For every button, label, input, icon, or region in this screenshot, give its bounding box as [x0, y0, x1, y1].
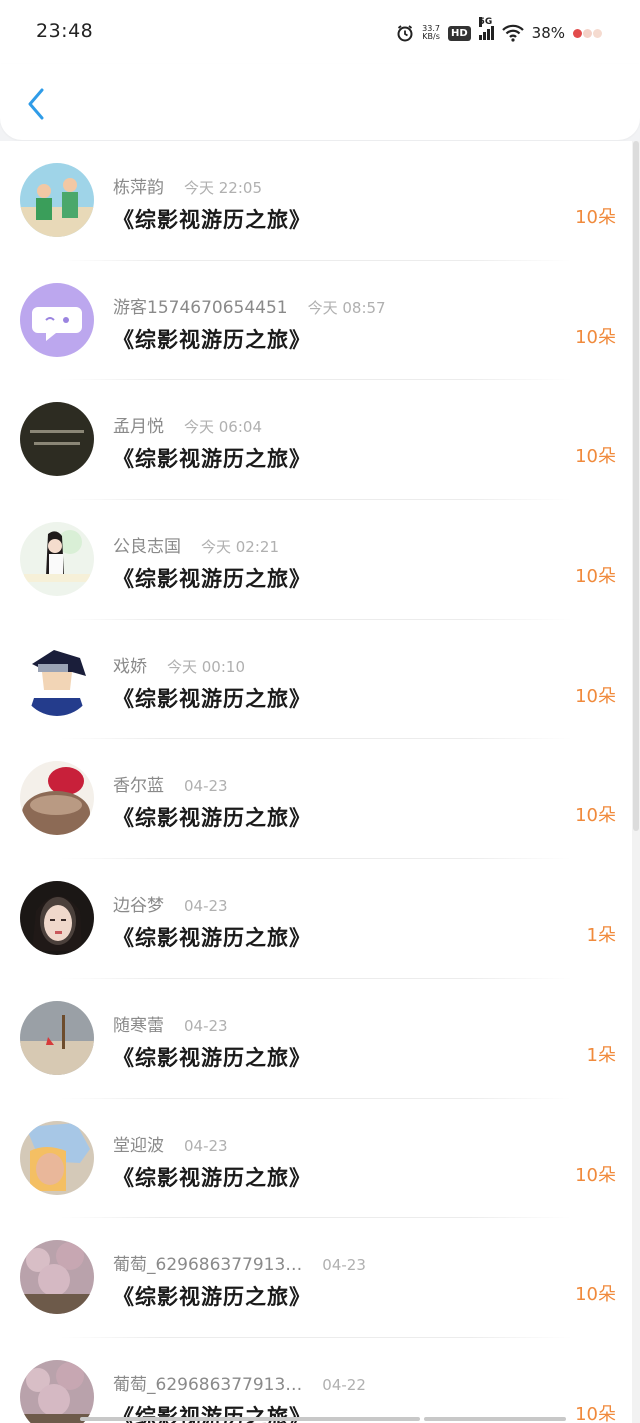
battery-fruit-icon: [573, 28, 602, 38]
gift-row[interactable]: 葡萄_629686377913… 04-22 《综影视游历之旅》 10朵: [0, 1338, 632, 1423]
network-speed: 33.7 KB/s: [422, 25, 440, 41]
gift-meta: 葡萄_629686377913… 04-22: [113, 1370, 366, 1395]
gift-time: 今天 00:10: [167, 657, 245, 676]
book-title: 《综影视游历之旅》: [113, 1165, 311, 1190]
gift-row[interactable]: 栋萍韵 今天 22:05 《综影视游历之旅》 10朵: [0, 141, 632, 261]
gift-row[interactable]: 香尔蓝 04-23 《综影视游历之旅》 10朵: [0, 739, 632, 860]
user-name: 随寒蕾: [113, 1015, 164, 1036]
flower-amount: 10朵: [575, 326, 616, 348]
cellular-signal-icon: 5G: [478, 17, 494, 40]
chevron-left-icon: [28, 88, 44, 120]
gift-row[interactable]: 边谷梦 04-23 《综影视游历之旅》 1朵: [0, 859, 632, 979]
user-name: 公良志国: [113, 537, 181, 558]
flower-amount: 1朵: [586, 925, 616, 947]
user-name: 孟月悦: [113, 417, 164, 438]
gift-time: 今天 02:21: [201, 538, 279, 557]
home-indicator-right: [424, 1417, 566, 1421]
gift-time: 04-23: [322, 1256, 366, 1275]
avatar[interactable]: [20, 522, 94, 597]
book-title: 《综影视游历之旅》: [113, 327, 311, 352]
gift-meta: 栋萍韵 今天 22:05: [113, 173, 262, 198]
avatar[interactable]: [20, 1240, 94, 1315]
status-icons: 33.7 KB/s HD 5G 38%: [396, 17, 602, 44]
gift-meta: 随寒蕾 04-23: [113, 1011, 228, 1036]
gift-meta: 戏娇 今天 00:10: [113, 652, 245, 677]
flower-amount: 10朵: [575, 566, 616, 588]
book-title: 《综影视游历之旅》: [113, 447, 311, 472]
flower-amount: 10朵: [575, 446, 616, 468]
user-name: 边谷梦: [113, 896, 164, 917]
book-title: 《综影视游历之旅》: [113, 1045, 311, 1070]
gift-meta: 边谷梦 04-23: [113, 891, 228, 916]
gift-meta: 堂迎波 04-23: [113, 1131, 228, 1156]
book-title: 《综影视游历之旅》: [113, 806, 311, 831]
avatar[interactable]: [20, 282, 94, 357]
gift-time: 04-23: [184, 777, 228, 796]
home-indicator-left: [80, 1417, 420, 1421]
gift-row[interactable]: 随寒蕾 04-23 《综影视游历之旅》 1朵: [0, 979, 632, 1099]
book-title: 《综影视游历之旅》: [113, 926, 311, 951]
avatar[interactable]: [20, 641, 94, 716]
book-title: 《综影视游历之旅》: [113, 686, 311, 711]
user-name: 栋萍韵: [113, 178, 164, 198]
scrollbar-thumb[interactable]: [633, 141, 639, 831]
gift-row[interactable]: 戏娇 今天 00:10 《综影视游历之旅》 10朵: [0, 620, 632, 740]
avatar[interactable]: [20, 881, 94, 956]
gift-row[interactable]: 堂迎波 04-23 《综影视游历之旅》 10朵: [0, 1099, 632, 1219]
avatar[interactable]: [20, 1000, 94, 1075]
user-name: 戏娇: [113, 656, 147, 677]
avatar[interactable]: [20, 761, 94, 836]
gift-row[interactable]: 公良志国 今天 02:21 《综影视游历之旅》 10朵: [0, 500, 632, 620]
user-name: 葡萄_629686377913…: [113, 1374, 303, 1395]
gift-time: 今天 22:05: [184, 179, 262, 197]
gift-meta: 公良志国 今天 02:21: [113, 532, 279, 557]
flower-amount: 10朵: [575, 1164, 616, 1186]
gift-row[interactable]: 游客1574670654451 今天 08:57 《综影视游历之旅》 10朵: [0, 261, 632, 381]
status-time: 23:48: [36, 20, 94, 42]
gift-time: 今天 06:04: [184, 418, 262, 437]
network-speed-unit: KB/s: [422, 32, 440, 41]
user-name: 香尔蓝: [113, 776, 164, 797]
user-name: 游客1574670654451: [113, 297, 288, 318]
book-title: 《综影视游历之旅》: [113, 1285, 311, 1310]
gift-row[interactable]: 孟月悦 今天 06:04 《综影视游历之旅》 10朵: [0, 380, 632, 501]
book-title: 《综影视游历之旅》: [113, 567, 311, 592]
wifi-icon: [501, 24, 524, 42]
gift-time: 04-22: [322, 1375, 366, 1394]
user-name: 葡萄_629686377913…: [113, 1255, 303, 1276]
battery-level: 38%: [531, 24, 565, 42]
status-bar: 23:48 33.7 KB/s HD 5G 38%: [0, 0, 640, 64]
back-button[interactable]: [18, 84, 54, 124]
avatar[interactable]: [20, 1359, 94, 1423]
gift-list: 栋萍韵 今天 22:05 《综影视游历之旅》 10朵 游客1574670654451 今天…: [0, 141, 632, 1423]
network-type: 5G: [478, 17, 493, 27]
header: [0, 64, 640, 140]
flower-amount: 10朵: [575, 805, 616, 827]
gift-meta: 香尔蓝 04-23: [113, 771, 228, 796]
alarm-icon: [396, 24, 414, 42]
avatar[interactable]: [20, 1120, 94, 1195]
user-name: 堂迎波: [113, 1135, 164, 1156]
gift-row[interactable]: 葡萄_629686377913… 04-23 《综影视游历之旅》 10朵: [0, 1218, 632, 1338]
flower-amount: 1朵: [586, 1044, 616, 1066]
flower-amount: 10朵: [575, 207, 616, 228]
flower-amount: 10朵: [575, 685, 616, 707]
gift-time: 04-23: [184, 1136, 228, 1155]
avatar[interactable]: [20, 402, 94, 477]
gift-meta: 葡萄_629686377913… 04-23: [113, 1250, 366, 1275]
flower-amount: 10朵: [575, 1403, 616, 1423]
hd-badge: HD: [447, 25, 471, 41]
gift-time: 04-23: [184, 1016, 228, 1035]
gift-time: 04-23: [184, 897, 228, 916]
gift-time: 今天 08:57: [307, 298, 386, 317]
gift-meta: 游客1574670654451 今天 08:57: [113, 293, 386, 318]
flower-amount: 10朵: [575, 1284, 616, 1306]
book-title: 《综影视游历之旅》: [113, 208, 311, 232]
avatar[interactable]: [20, 163, 94, 237]
gift-meta: 孟月悦 今天 06:04: [113, 412, 262, 437]
